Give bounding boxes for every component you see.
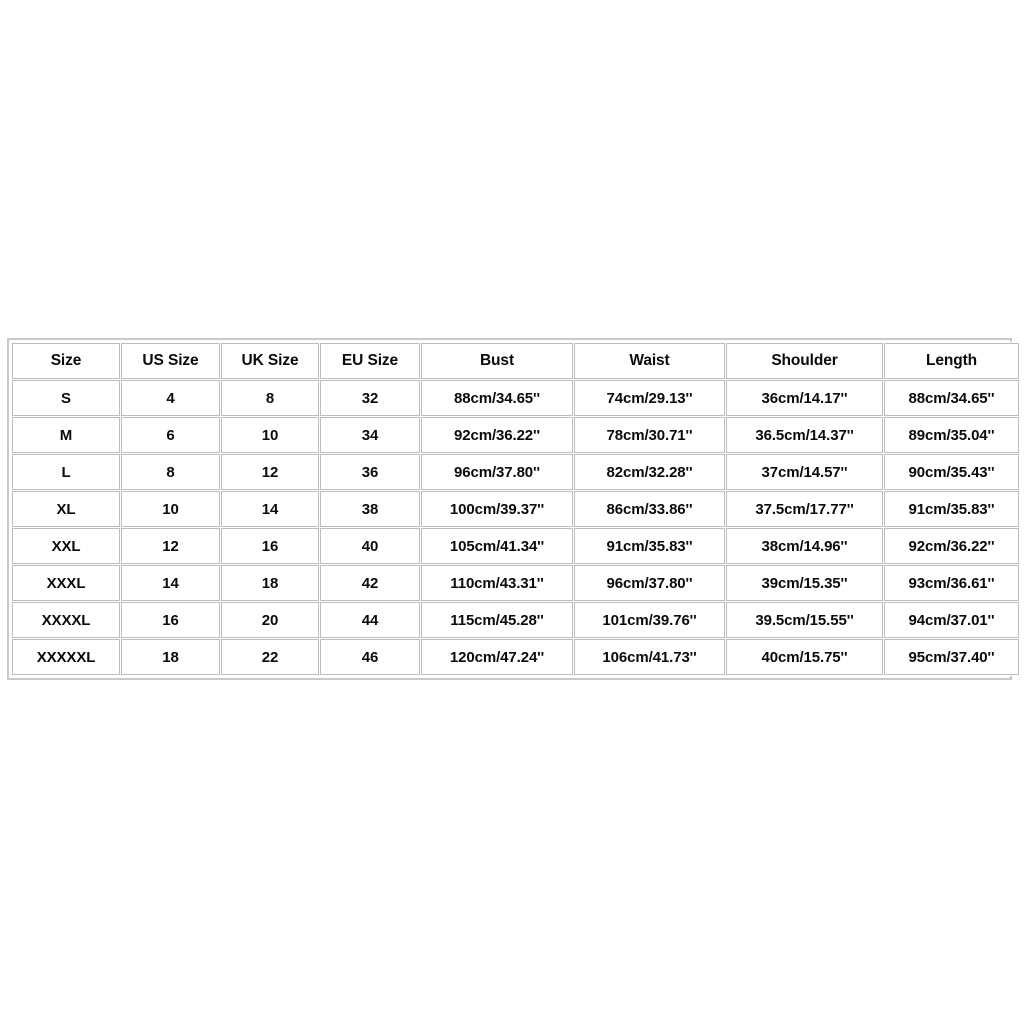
cell-waist: 96cm/37.80''	[574, 565, 725, 601]
cell-bust: 120cm/47.24''	[421, 639, 573, 675]
cell-eu-size: 34	[320, 417, 420, 453]
cell-shoulder: 39.5cm/15.55''	[726, 602, 883, 638]
table-row: L 8 12 36 96cm/37.80'' 82cm/32.28'' 37cm…	[12, 454, 1019, 490]
cell-bust: 115cm/45.28''	[421, 602, 573, 638]
cell-length: 95cm/37.40''	[884, 639, 1019, 675]
cell-size: XXL	[12, 528, 120, 564]
cell-bust: 92cm/36.22''	[421, 417, 573, 453]
cell-waist: 86cm/33.86''	[574, 491, 725, 527]
table-header: Size US Size UK Size EU Size Bust Waist …	[12, 343, 1019, 379]
column-header-us-size: US Size	[121, 343, 220, 379]
cell-length: 92cm/36.22''	[884, 528, 1019, 564]
cell-eu-size: 36	[320, 454, 420, 490]
page-root: Size US Size UK Size EU Size Bust Waist …	[0, 0, 1024, 1024]
column-header-uk-size: UK Size	[221, 343, 319, 379]
cell-length: 94cm/37.01''	[884, 602, 1019, 638]
cell-size: XL	[12, 491, 120, 527]
cell-waist: 74cm/29.13''	[574, 380, 725, 416]
cell-size: XXXXXL	[12, 639, 120, 675]
cell-shoulder: 37.5cm/17.77''	[726, 491, 883, 527]
table-row: XL 10 14 38 100cm/39.37'' 86cm/33.86'' 3…	[12, 491, 1019, 527]
table-row: M 6 10 34 92cm/36.22'' 78cm/30.71'' 36.5…	[12, 417, 1019, 453]
cell-uk-size: 18	[221, 565, 319, 601]
cell-bust: 105cm/41.34''	[421, 528, 573, 564]
column-header-eu-size: EU Size	[320, 343, 420, 379]
cell-shoulder: 37cm/14.57''	[726, 454, 883, 490]
cell-uk-size: 20	[221, 602, 319, 638]
cell-bust: 88cm/34.65''	[421, 380, 573, 416]
cell-eu-size: 46	[320, 639, 420, 675]
size-chart-table: Size US Size UK Size EU Size Bust Waist …	[11, 342, 1020, 676]
cell-eu-size: 38	[320, 491, 420, 527]
column-header-size: Size	[12, 343, 120, 379]
cell-waist: 106cm/41.73''	[574, 639, 725, 675]
cell-shoulder: 40cm/15.75''	[726, 639, 883, 675]
column-header-shoulder: Shoulder	[726, 343, 883, 379]
cell-us-size: 8	[121, 454, 220, 490]
cell-us-size: 4	[121, 380, 220, 416]
cell-uk-size: 8	[221, 380, 319, 416]
cell-size: S	[12, 380, 120, 416]
cell-uk-size: 14	[221, 491, 319, 527]
cell-shoulder: 39cm/15.35''	[726, 565, 883, 601]
cell-eu-size: 40	[320, 528, 420, 564]
cell-waist: 78cm/30.71''	[574, 417, 725, 453]
cell-shoulder: 36.5cm/14.37''	[726, 417, 883, 453]
cell-size: XXXXL	[12, 602, 120, 638]
cell-eu-size: 32	[320, 380, 420, 416]
cell-length: 91cm/35.83''	[884, 491, 1019, 527]
table-body: S 4 8 32 88cm/34.65'' 74cm/29.13'' 36cm/…	[12, 380, 1019, 675]
cell-shoulder: 38cm/14.96''	[726, 528, 883, 564]
table-row: XXXXXL 18 22 46 120cm/47.24'' 106cm/41.7…	[12, 639, 1019, 675]
cell-length: 89cm/35.04''	[884, 417, 1019, 453]
size-chart-container: Size US Size UK Size EU Size Bust Waist …	[7, 338, 1020, 680]
column-header-waist: Waist	[574, 343, 725, 379]
cell-us-size: 6	[121, 417, 220, 453]
cell-length: 88cm/34.65''	[884, 380, 1019, 416]
cell-bust: 100cm/39.37''	[421, 491, 573, 527]
cell-size: M	[12, 417, 120, 453]
column-header-bust: Bust	[421, 343, 573, 379]
cell-us-size: 10	[121, 491, 220, 527]
column-header-length: Length	[884, 343, 1019, 379]
cell-length: 90cm/35.43''	[884, 454, 1019, 490]
cell-uk-size: 22	[221, 639, 319, 675]
cell-size: L	[12, 454, 120, 490]
cell-bust: 110cm/43.31''	[421, 565, 573, 601]
header-row: Size US Size UK Size EU Size Bust Waist …	[12, 343, 1019, 379]
cell-waist: 101cm/39.76''	[574, 602, 725, 638]
table-row: S 4 8 32 88cm/34.65'' 74cm/29.13'' 36cm/…	[12, 380, 1019, 416]
cell-eu-size: 44	[320, 602, 420, 638]
table-row: XXXL 14 18 42 110cm/43.31'' 96cm/37.80''…	[12, 565, 1019, 601]
cell-uk-size: 12	[221, 454, 319, 490]
table-row: XXXXL 16 20 44 115cm/45.28'' 101cm/39.76…	[12, 602, 1019, 638]
cell-uk-size: 10	[221, 417, 319, 453]
cell-us-size: 12	[121, 528, 220, 564]
cell-bust: 96cm/37.80''	[421, 454, 573, 490]
cell-size: XXXL	[12, 565, 120, 601]
cell-shoulder: 36cm/14.17''	[726, 380, 883, 416]
cell-length: 93cm/36.61''	[884, 565, 1019, 601]
cell-eu-size: 42	[320, 565, 420, 601]
cell-us-size: 18	[121, 639, 220, 675]
cell-us-size: 14	[121, 565, 220, 601]
cell-waist: 91cm/35.83''	[574, 528, 725, 564]
cell-us-size: 16	[121, 602, 220, 638]
cell-uk-size: 16	[221, 528, 319, 564]
table-row: XXL 12 16 40 105cm/41.34'' 91cm/35.83'' …	[12, 528, 1019, 564]
cell-waist: 82cm/32.28''	[574, 454, 725, 490]
